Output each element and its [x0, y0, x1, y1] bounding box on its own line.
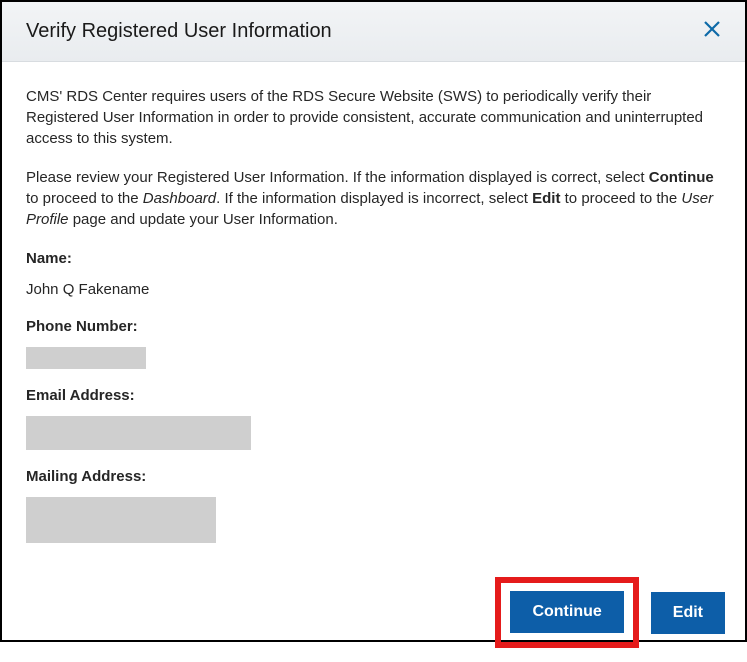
close-icon[interactable] [703, 20, 721, 43]
continue-button[interactable]: Continue [510, 591, 623, 633]
phone-value-redacted [26, 347, 146, 369]
edit-button[interactable]: Edit [651, 592, 725, 634]
intro-text: Please review your Registered User Infor… [26, 169, 649, 186]
phone-label: Phone Number: [26, 316, 721, 337]
intro-paragraph-2: Please review your Registered User Infor… [26, 167, 721, 230]
mailing-label: Mailing Address: [26, 466, 721, 487]
intro-bold-continue: Continue [649, 169, 714, 186]
intro-paragraph-1: CMS' RDS Center requires users of the RD… [26, 86, 721, 149]
email-value-redacted [26, 416, 251, 450]
intro-text: page and update your User Information. [69, 211, 338, 228]
intro-text: . If the information displayed is incorr… [216, 190, 532, 207]
continue-highlight: Continue [495, 577, 638, 648]
mailing-value-redacted [26, 497, 216, 543]
intro-text: to proceed to the [26, 190, 143, 207]
modal-header: Verify Registered User Information [2, 2, 745, 62]
intro-italic-dashboard: Dashboard [143, 190, 216, 207]
intro-bold-edit: Edit [532, 190, 560, 207]
intro-text: to proceed to the [560, 190, 681, 207]
modal-body: CMS' RDS Center requires users of the RD… [2, 62, 745, 569]
name-label: Name: [26, 248, 721, 269]
name-value: John Q Fakename [26, 279, 721, 300]
modal-footer: Continue Edit [2, 569, 745, 662]
modal-title: Verify Registered User Information [26, 20, 332, 43]
email-label: Email Address: [26, 385, 721, 406]
